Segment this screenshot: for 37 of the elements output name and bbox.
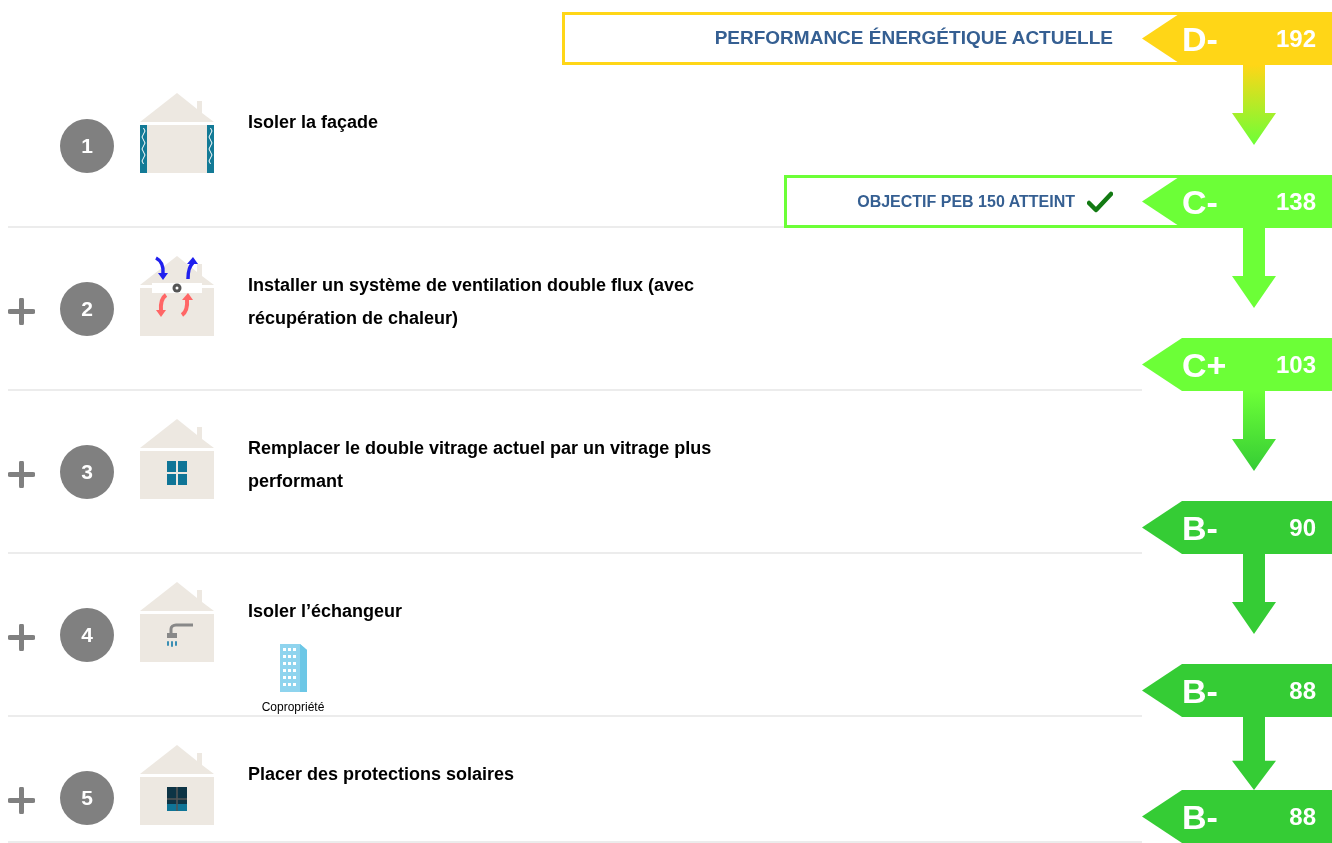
- house-icon: [140, 581, 214, 662]
- house-icon: [140, 92, 214, 173]
- down-arrow-icon: [1232, 228, 1276, 308]
- banner-text: PERFORMANCE ÉNERGÉTIQUE ACTUELLE: [714, 26, 1113, 51]
- down-arrow-icon: [1232, 554, 1276, 634]
- building-icon: [279, 644, 307, 692]
- grade-text: B-: [1182, 673, 1218, 708]
- step-number: 4: [60, 608, 114, 662]
- grade-text: D-: [1182, 21, 1218, 56]
- step-title: Isoler la façade: [248, 111, 380, 134]
- grade-text: C+: [1182, 347, 1227, 382]
- step-number: 1: [60, 119, 114, 173]
- grade-text: C-: [1182, 184, 1218, 219]
- step-title: Placer des protections solaires: [248, 763, 516, 786]
- step-title: Installer un système de ventilation double flux (avec récupération de chaleur): [248, 274, 696, 330]
- energy-value: 138: [1275, 189, 1316, 214]
- step-title: Isoler l’échangeur: [248, 600, 404, 623]
- house-icon: [140, 744, 214, 825]
- grade-text: B-: [1182, 799, 1218, 834]
- down-arrow-icon: [1232, 717, 1276, 790]
- step-number: 2: [60, 282, 114, 336]
- down-arrow-icon: [1232, 65, 1276, 145]
- energy-value: 88: [1289, 804, 1316, 829]
- energy-value: 90: [1289, 515, 1316, 540]
- tag-label: Copropriété: [261, 699, 325, 716]
- house-icon: [140, 418, 214, 499]
- down-arrow-icon: [1232, 391, 1276, 471]
- banner-text: OBJECTIF PEB 150 ATTEINT: [857, 191, 1075, 212]
- step-title: Remplacer le double vitrage actuel par un vitrage plus performant: [248, 437, 713, 493]
- energy-value: 88: [1289, 678, 1316, 703]
- step-number: 3: [60, 445, 114, 499]
- energy-value: 192: [1275, 26, 1316, 51]
- energy-value: 103: [1275, 352, 1316, 377]
- check-icon: [1087, 190, 1113, 213]
- house-icon: [140, 255, 214, 336]
- step-number: 5: [60, 771, 114, 825]
- grade-text: B-: [1182, 510, 1218, 545]
